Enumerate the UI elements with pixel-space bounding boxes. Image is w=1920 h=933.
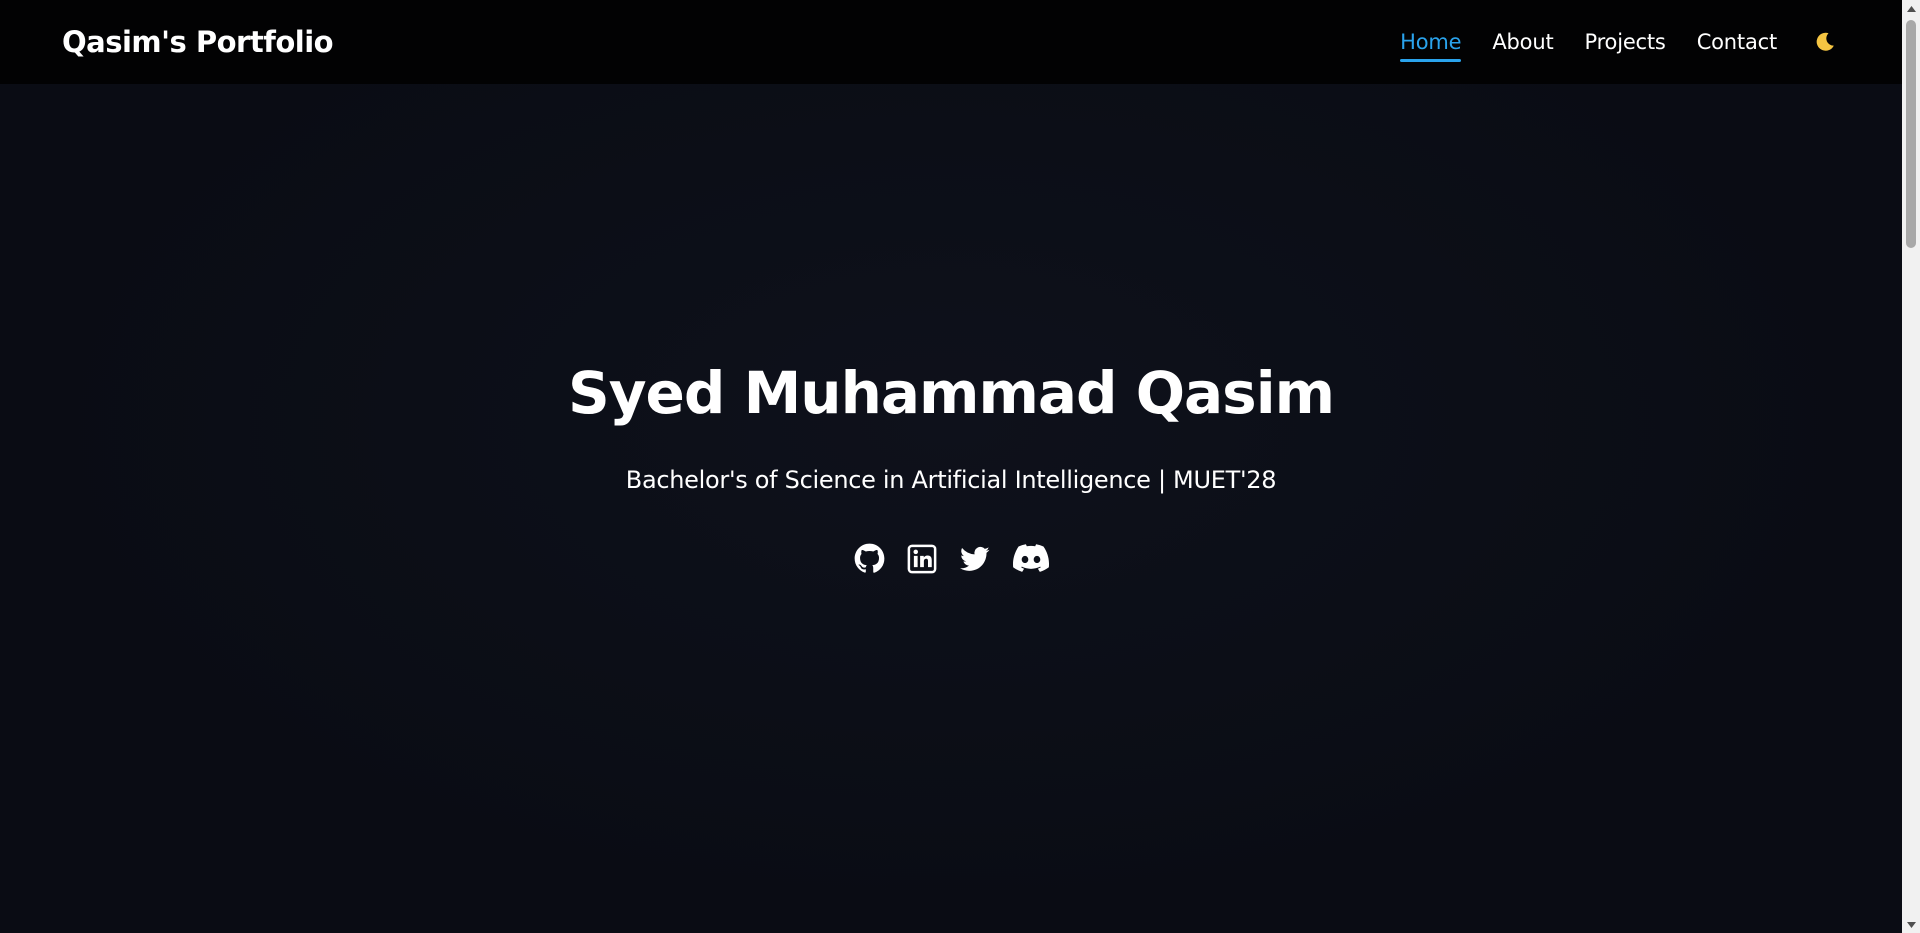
hero-subtitle: Bachelor's of Science in Artificial Inte…	[625, 466, 1277, 494]
nav-link-about[interactable]: About	[1492, 24, 1553, 60]
nav-link-contact[interactable]: Contact	[1697, 24, 1778, 60]
discord-link[interactable]	[1012, 543, 1049, 574]
linkedin-link[interactable]	[907, 543, 937, 574]
hero-section: Syed Muhammad Qasim Bachelor's of Scienc…	[0, 84, 1902, 933]
discord-icon	[1012, 543, 1049, 572]
brand-logo[interactable]: Qasim's Portfolio	[62, 25, 334, 59]
page: Qasim's Portfolio Home About Projects Co…	[0, 0, 1920, 933]
scroll-down-arrow-icon[interactable]	[1902, 916, 1920, 933]
linkedin-icon	[907, 544, 936, 573]
github-link[interactable]	[854, 543, 885, 574]
navbar: Qasim's Portfolio Home About Projects Co…	[0, 0, 1902, 84]
social-links	[0, 543, 1902, 574]
nav-link-projects[interactable]: Projects	[1584, 24, 1665, 60]
twitter-link[interactable]	[959, 543, 991, 574]
theme-toggle-button[interactable]	[1810, 27, 1840, 57]
twitter-icon	[959, 546, 989, 571]
nav-links: Home About Projects Contact	[1400, 24, 1840, 62]
hero-title: Syed Muhammad Qasim	[567, 359, 1335, 427]
scrollbar-thumb[interactable]	[1906, 20, 1916, 248]
github-icon	[854, 543, 884, 573]
nav-link-home[interactable]: Home	[1400, 24, 1462, 62]
vertical-scrollbar[interactable]	[1902, 0, 1920, 933]
moon-icon	[1816, 32, 1834, 51]
scroll-up-arrow-icon[interactable]	[1902, 0, 1920, 17]
